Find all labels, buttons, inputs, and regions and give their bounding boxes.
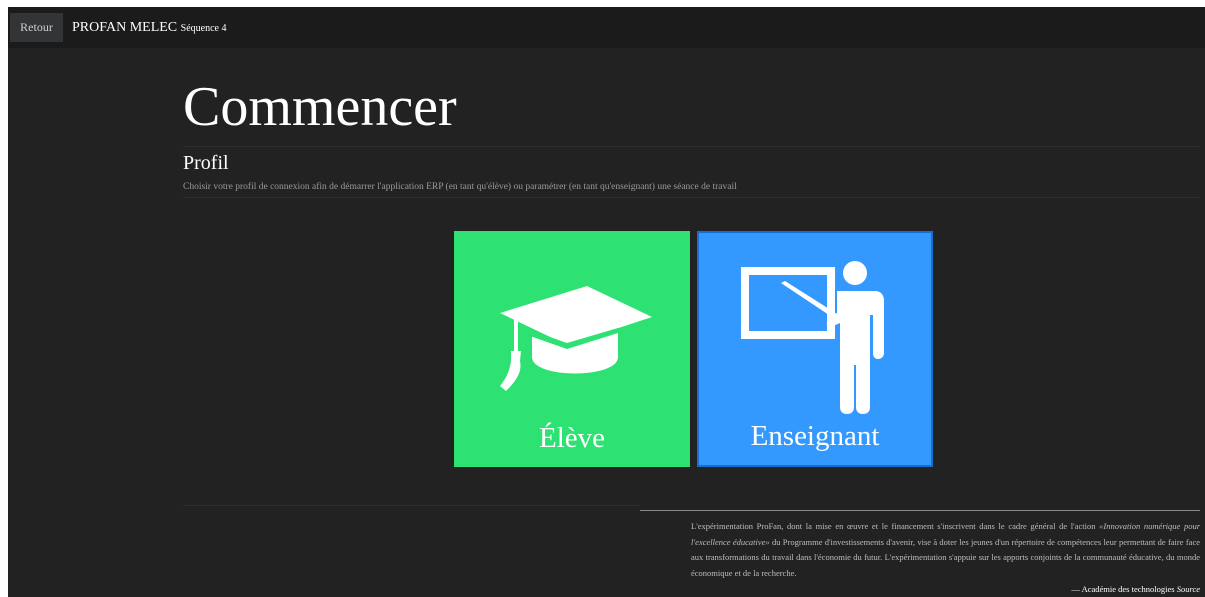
- project-quote: L'expérimentation ProFan, dont la mise e…: [640, 510, 1200, 594]
- teacher-label: Enseignant: [750, 420, 880, 452]
- app-title: PROFAN MELEC Séquence 4: [72, 20, 226, 36]
- graduation-cap-icon: [500, 286, 652, 391]
- quote-text-part: L'expérimentation ProFan, dont la mise e…: [691, 521, 1100, 531]
- app-window: Retour PROFAN MELEC Séquence 4 Commencer…: [8, 7, 1205, 597]
- divider: [183, 146, 1200, 147]
- quote-footer: — Académie des technologies Source: [640, 584, 1200, 594]
- divider: [183, 505, 640, 506]
- top-navbar: Retour PROFAN MELEC Séquence 4: [8, 7, 1205, 48]
- quote-text: L'expérimentation ProFan, dont la mise e…: [691, 519, 1200, 581]
- quote-source-link[interactable]: Source: [1177, 584, 1200, 594]
- section-description: Choisir votre profil de connexion afin d…: [183, 182, 737, 192]
- teacher-profile-tile[interactable]: Enseignant: [697, 231, 933, 467]
- student-profile-tile[interactable]: Élève: [454, 231, 690, 467]
- app-name: PROFAN MELEC: [72, 20, 178, 35]
- page-title: Commencer: [183, 76, 457, 138]
- quote-author: — Académie des technologies: [1071, 584, 1175, 594]
- back-button[interactable]: Retour: [10, 13, 63, 42]
- divider: [183, 197, 1200, 198]
- student-label: Élève: [538, 422, 605, 454]
- teacher-board-icon: [741, 261, 884, 414]
- sequence-label: Séquence 4: [180, 23, 227, 34]
- section-title: Profil: [183, 152, 229, 174]
